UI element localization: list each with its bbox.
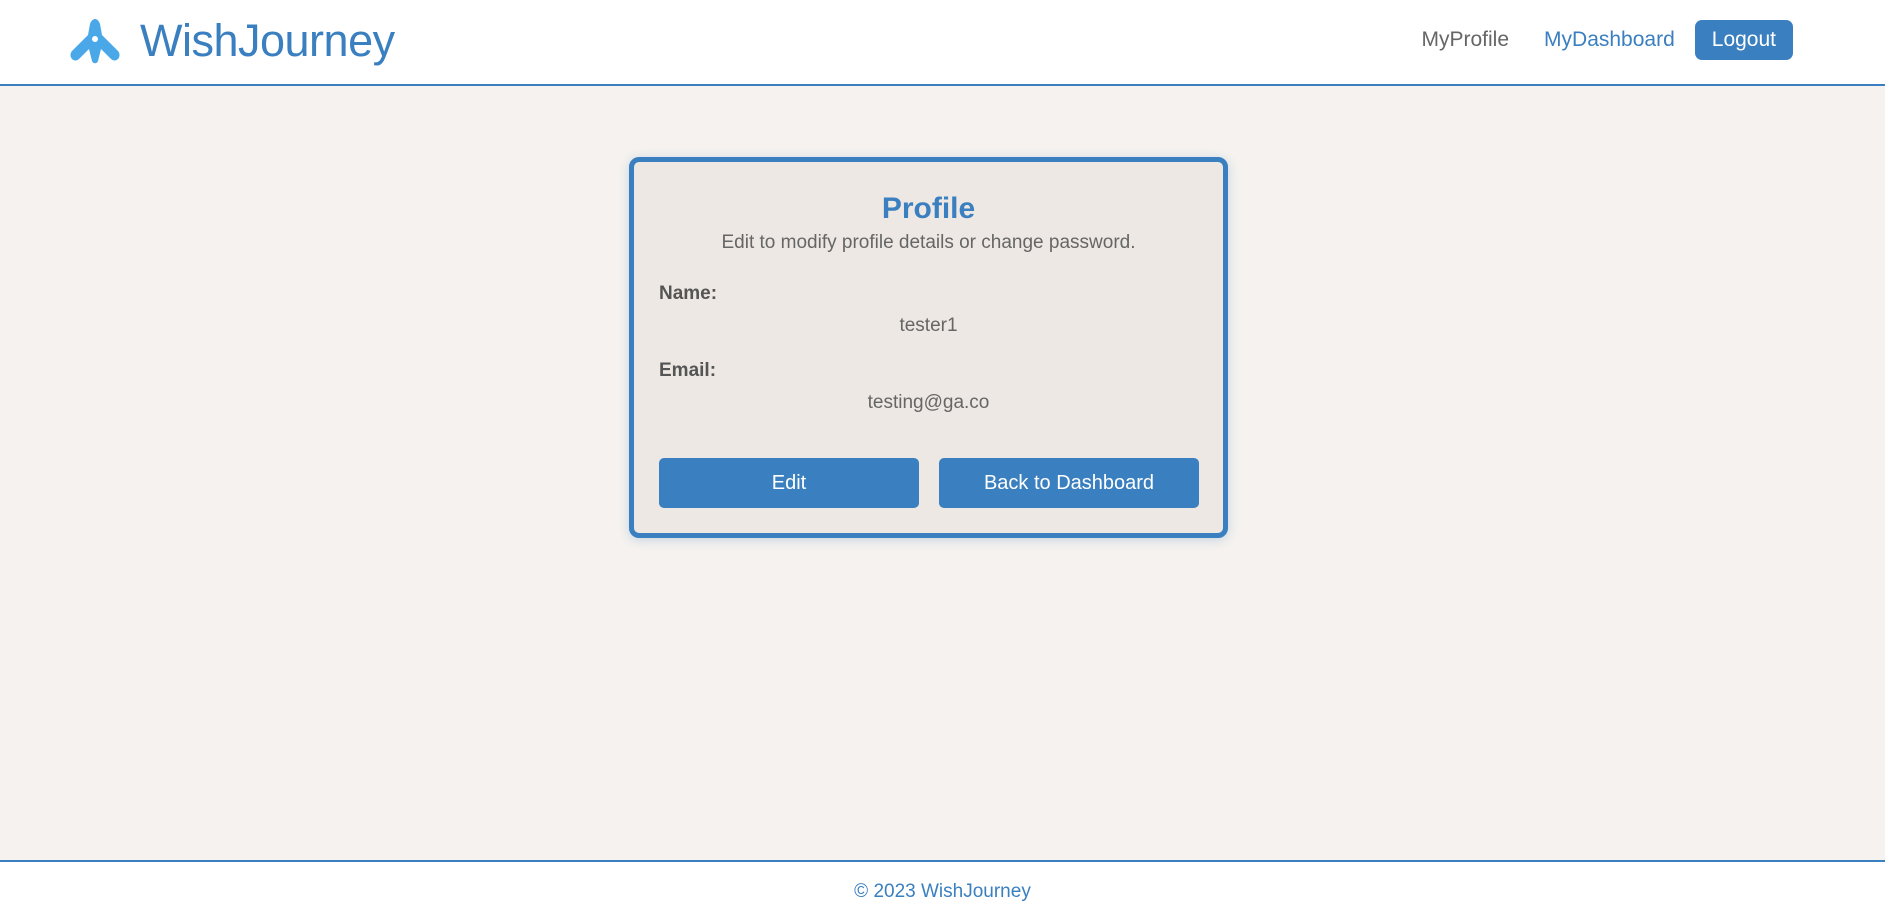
airplane-icon [70, 19, 120, 64]
profile-title: Profile [881, 192, 976, 225]
page-footer: © 2023 WishJourney [0, 860, 1885, 921]
main-nav: MyProfile MyDashboard Logout [1422, 20, 1793, 60]
nav-myprofile-link[interactable]: MyProfile [1422, 28, 1510, 52]
name-label: Name: [659, 283, 718, 304]
profile-card: Profile Edit to modify profile details o… [629, 157, 1228, 538]
email-label: Email: [659, 360, 717, 381]
back-to-dashboard-button[interactable]: Back to Dashboard [939, 458, 1199, 508]
logout-button[interactable]: Logout [1694, 20, 1793, 60]
name-value: tester1 [899, 315, 958, 336]
brand-logo-link[interactable]: WishJourney [68, 14, 395, 68]
footer-copyright: © 2023 WishJourney [854, 880, 1031, 902]
email-value: testing@ga.co [867, 392, 990, 413]
nav-mydashboard-link[interactable]: MyDashboard [1544, 28, 1675, 52]
brand-name: WishJourney [140, 15, 395, 66]
profile-subtitle: Edit to modify profile details or change… [721, 232, 1136, 253]
edit-button[interactable]: Edit [659, 458, 919, 508]
top-header: WishJourney MyProfile MyDashboard Logout [0, 0, 1885, 86]
